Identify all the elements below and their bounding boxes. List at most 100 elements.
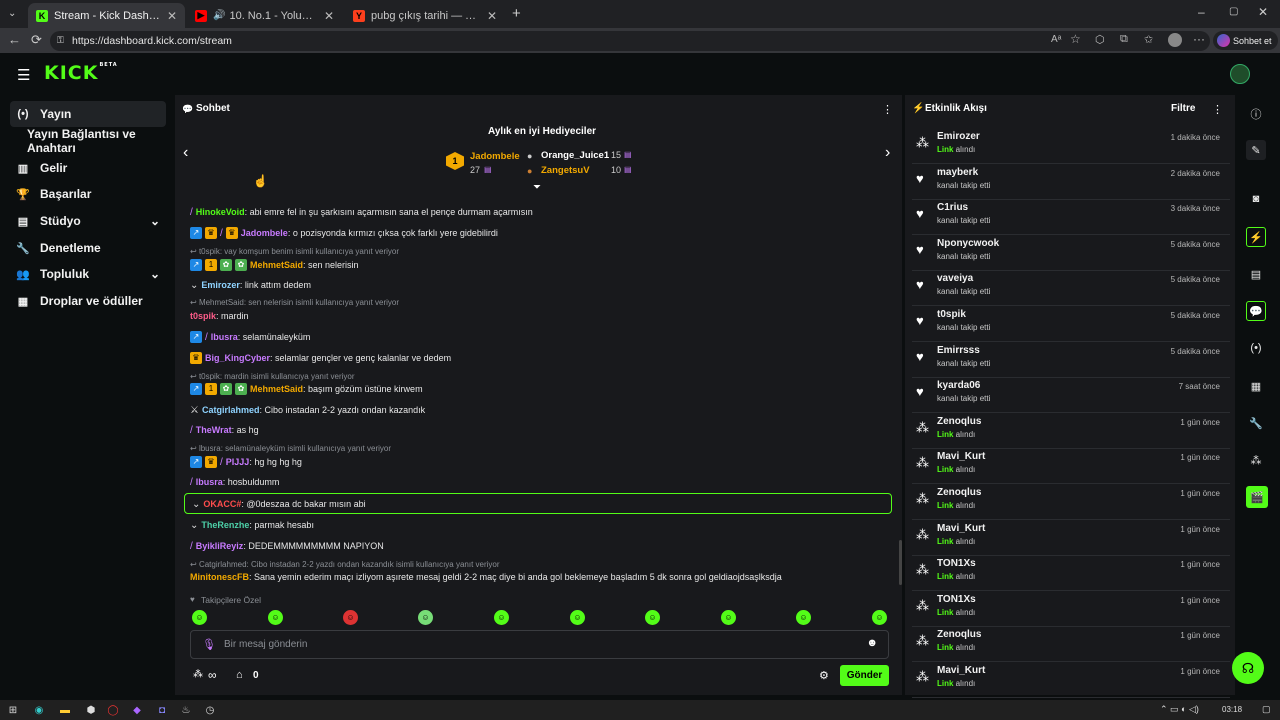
url-input[interactable]: https://dashboard.kick.com/stream — [50, 31, 1210, 51]
activity-item[interactable]: ♥ Emirrsss kanalı takip etti 5 dakika önce — [912, 342, 1230, 378]
tab-close-icon[interactable]: ✕ — [324, 9, 334, 23]
notification-icon[interactable]: ▢ — [1262, 704, 1271, 715]
activity-item[interactable]: ⁂ Zenoqlus Link alındı 1 gün önce — [912, 484, 1230, 520]
browser-tab[interactable]: Ypubg çıkış tarihi — Yandex: 137 bin ✕ — [345, 3, 505, 28]
kick-logo[interactable]: KICKBETA — [44, 62, 118, 84]
chat-message[interactable]: ⌄ Emirozer: link attım dedem — [190, 278, 311, 292]
activity-item[interactable]: ♥ C1rius kanalı takip etti 3 dakika önce — [912, 199, 1230, 236]
collapse-gifters-icon[interactable]: ⏷ — [533, 182, 541, 193]
activity-item[interactable]: ⁂ TON1Xs Link alındı 1 gün önce — [912, 555, 1230, 592]
chat-username[interactable]: lbusra — [196, 477, 223, 487]
activity-username[interactable]: TON1Xs — [937, 594, 976, 605]
more-menu-icon[interactable]: ··· — [1193, 32, 1205, 46]
activity-item[interactable]: ⁂ Mavi_Kurt Link alındı 1 gün önce — [912, 448, 1230, 485]
activity-options-icon[interactable]: ⋮ — [1212, 103, 1223, 116]
chat-message[interactable]: / ByikliReyiz: DEDEMMMMMMMMM NAPIYON — [190, 539, 384, 553]
gifter-name-3[interactable]: ZangetsuV — [541, 165, 590, 176]
chat-username[interactable]: Big_KingCyber — [205, 353, 270, 363]
chat-message[interactable]: / TheWrat: as hg — [190, 423, 259, 437]
hamburger-menu-icon[interactable]: ☰ — [17, 66, 30, 84]
activity-item[interactable]: ♥ t0spik kanalı takip etti 5 dakika önce — [912, 306, 1230, 342]
emote-icon[interactable]: ☺ — [872, 610, 887, 625]
support-chat-icon[interactable]: ☊ — [1232, 652, 1264, 684]
activity-username[interactable]: Mavi_Kurt — [937, 451, 985, 462]
reload-icon[interactable]: ⟳ — [31, 32, 42, 48]
emoji-picker-icon[interactable]: ☻ — [866, 637, 878, 649]
nav-item[interactable]: 👥 Topluluk ⌄ — [10, 261, 166, 287]
nav-item[interactable]: Yayın Bağlantısı ve Anahtarı — [10, 127, 166, 155]
chat-message[interactable]: ⌄ TheRenzhe: parmak hesabı — [190, 518, 314, 532]
activity-username[interactable]: Zenoqlus — [937, 487, 981, 498]
activity-item[interactable]: ♥ kyarda06 kanalı takip etti 7 saat önce — [912, 377, 1230, 414]
chat-message[interactable]: ♛ Big_KingCyber: selamlar gençler ve genç… — [190, 351, 451, 365]
activity-username[interactable]: Zenoqlus — [937, 629, 981, 640]
chat-message[interactable]: / HinokeVoid: abi emre fel in şu şarkısın… — [190, 205, 533, 219]
user-avatar[interactable] — [1230, 64, 1250, 84]
chat-input[interactable]: 🎙 Bir mesaj gönderin ☻ — [190, 630, 889, 659]
activity-username[interactable]: Emirozer — [937, 131, 980, 142]
browser-tab[interactable]: K Stream - Kick Dashboard ✕ — [28, 3, 185, 28]
gifter-name-2[interactable]: Orange_Juice1 — [541, 150, 609, 161]
nav-item[interactable]: 🏆 Başarılar — [10, 181, 166, 207]
activity-item[interactable]: ⁂ TON1Xs Link alındı 1 gün önce — [912, 591, 1230, 627]
chat-message[interactable]: ↗ / lbusra: selamünaleyküm — [190, 330, 310, 344]
chat-message[interactable]: ⚔ Catgirlahmed: Cibo instadan 2-2 yazdı o… — [190, 403, 425, 417]
back-icon[interactable]: ← — [8, 32, 21, 47]
layout-icon[interactable]: ▦ — [1246, 376, 1266, 396]
points-icon[interactable]: ⁂ — [193, 669, 203, 680]
close-window-icon[interactable]: ✕ — [1258, 5, 1268, 19]
activity-username[interactable]: C1rius — [937, 202, 968, 213]
chat-username[interactable]: TheWrat — [196, 425, 232, 435]
activity-username[interactable]: vaveiya — [937, 273, 973, 284]
nav-item[interactable]: ▤ Stüdyo ⌄ — [10, 208, 166, 234]
chat-username[interactable]: Catgirlahmed — [202, 405, 260, 415]
chat-message[interactable]: t0spik: mardin — [190, 309, 249, 323]
tray-icons[interactable]: ⌃ ▭ ◐ ◁) — [1160, 704, 1199, 715]
activity-username[interactable]: Nponycwook — [937, 238, 999, 249]
collections-icon[interactable]: ⧉ — [1120, 33, 1128, 46]
emote-icon[interactable]: ☺ — [570, 610, 585, 625]
notes-icon[interactable]: ▤ — [1246, 264, 1266, 284]
activity-item[interactable]: ⁂ Zenoqlus Link alındı 1 gün önce — [912, 626, 1230, 663]
chat-message[interactable]: / lbusra: hosbuldumm — [190, 475, 279, 489]
scrollbar[interactable] — [899, 540, 902, 585]
explorer-icon[interactable]: ▬ — [58, 703, 72, 717]
discord-icon[interactable]: ◘ — [155, 703, 169, 717]
chat-message[interactable]: ↗ ♛ / PIJJJ: hg hg hg hg — [190, 455, 302, 469]
activity-item[interactable]: ♥ mayberk kanalı takip etti 2 dakika önce — [912, 164, 1230, 200]
edit-pencil-icon[interactable]: ✎ — [1246, 140, 1266, 160]
emote-icon[interactable]: ☺ — [645, 610, 660, 625]
activity-username[interactable]: Emirrsss — [937, 345, 980, 356]
nav-item[interactable]: ▥ Gelir — [10, 155, 166, 181]
activity-username[interactable]: kyarda06 — [937, 380, 980, 391]
extensions-icon[interactable]: ⬡ — [1095, 33, 1105, 46]
chat-username[interactable]: HinokeVoid — [196, 207, 245, 217]
emote-icon[interactable]: ☺ — [343, 610, 358, 625]
tab-audio-icon[interactable]: 🔊 — [213, 10, 225, 21]
tab-close-icon[interactable]: ✕ — [487, 9, 497, 23]
activity-lightning-icon[interactable]: ⚡ — [1246, 227, 1266, 247]
activity-item[interactable]: ⁂ Mavi_Kurt Link alındı 1 gün önce — [912, 662, 1230, 698]
activity-username[interactable]: t0spik — [937, 309, 966, 320]
clapper-icon[interactable]: 🎬 — [1246, 486, 1268, 508]
windows-start-icon[interactable]: ⊞ — [6, 703, 20, 717]
emote-icon[interactable]: ☺ — [192, 610, 207, 625]
emote-icon[interactable]: ☺ — [796, 610, 811, 625]
chat-username[interactable]: Jadombele — [241, 228, 288, 238]
favorite-star-icon[interactable]: ☆ — [1070, 32, 1081, 46]
site-info-icon[interactable]: ⚿ — [57, 35, 64, 46]
maximize-icon[interactable]: ▢ — [1229, 6, 1238, 17]
activity-item[interactable]: ⁂ Emirozer Link alındı 1 dakika önce — [912, 128, 1230, 164]
new-tab-icon[interactable]: + — [512, 5, 521, 22]
favorites-icon[interactable]: ✩ — [1144, 33, 1153, 46]
edge-icon[interactable]: ◉ — [32, 703, 46, 717]
steam-icon[interactable]: ♨ — [179, 703, 193, 717]
chat-username[interactable]: t0spik — [190, 311, 216, 321]
users-icon[interactable]: ⁂ — [1246, 450, 1266, 470]
chat-username[interactable]: PIJJJ — [226, 457, 250, 467]
activity-username[interactable]: Mavi_Kurt — [937, 665, 985, 676]
chevron-down-icon[interactable]: ⌄ — [150, 214, 160, 228]
profile-avatar[interactable] — [1168, 33, 1182, 47]
activity-item[interactable]: ♥ vaveiya kanalı takip etti 5 dakika önce — [912, 270, 1230, 307]
activity-username[interactable]: mayberk — [937, 167, 978, 178]
